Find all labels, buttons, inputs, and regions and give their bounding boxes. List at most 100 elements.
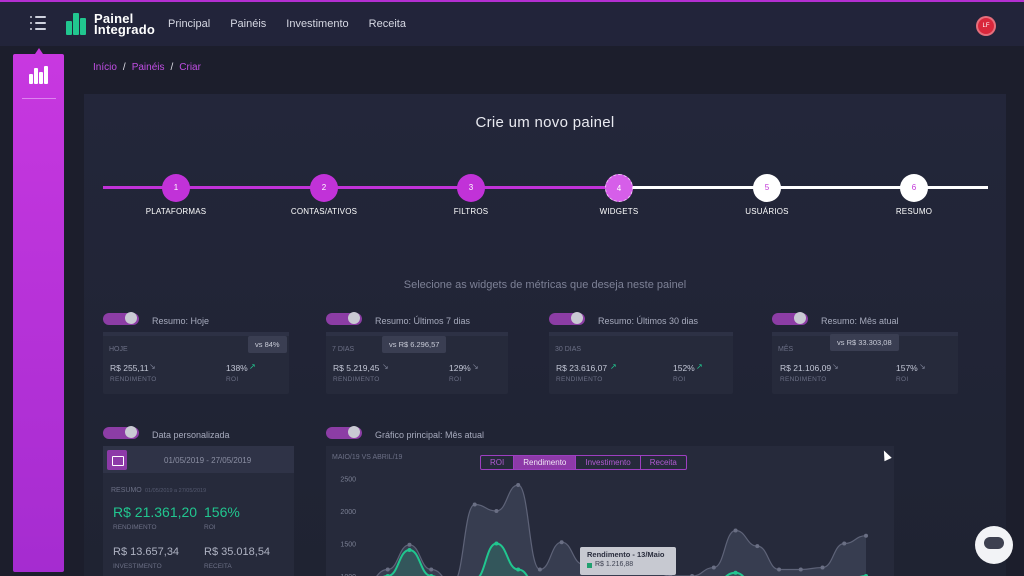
series-1-point[interactable]: [733, 570, 738, 575]
widget-30d-period: 30 DIAS: [555, 346, 582, 353]
widget-7d-title: Resumo: Últimos 7 dias: [375, 316, 471, 326]
widget-30d-rendimento: R$ 23.616,07: [556, 363, 608, 373]
series-0-point[interactable]: [516, 483, 521, 487]
widget-30d-toggle[interactable]: [549, 312, 585, 325]
series-1-point[interactable]: [516, 567, 521, 572]
step-3-label: FILTROS: [453, 207, 489, 216]
main-nav: Principal Painéis Investimento Receita: [168, 18, 426, 30]
series-0-point[interactable]: [864, 533, 868, 538]
calendar-icon[interactable]: [107, 450, 127, 470]
date-range-text[interactable]: 01/05/2019 - 27/05/2019: [164, 456, 251, 465]
custom-receita: R$ 35.018,54: [204, 546, 271, 558]
app-logo[interactable]: Painel Integrado: [66, 11, 155, 37]
step-1-label: PLATAFORMAS: [145, 207, 207, 216]
series-0-point[interactable]: [755, 544, 760, 549]
rendimento-caption: RENDIMENTO: [110, 376, 157, 383]
series-0-point[interactable]: [777, 567, 782, 572]
breadcrumb-inicio[interactable]: Início: [93, 62, 117, 73]
series-0-point[interactable]: [733, 528, 738, 533]
series-0-point[interactable]: [842, 541, 847, 546]
user-avatar[interactable]: LF: [976, 16, 996, 36]
widget-30d-roi: 152%: [673, 363, 695, 373]
series-0-point[interactable]: [711, 565, 716, 570]
chat-support-icon[interactable]: [975, 526, 1013, 564]
custom-investimento-caption: INVESTIMENTO: [113, 563, 162, 570]
step-4-circle[interactable]: 4: [605, 174, 633, 202]
custom-roi: 156%: [204, 504, 240, 520]
series-0-point[interactable]: [537, 567, 542, 572]
rendimento-caption: RENDIMENTO: [780, 376, 827, 383]
series-0-point[interactable]: [472, 502, 477, 507]
main-chart-toggle[interactable]: [326, 426, 362, 439]
series-1-point[interactable]: [494, 541, 499, 546]
trend-up-icon: ↗: [610, 362, 617, 371]
roi-caption: ROI: [226, 376, 239, 383]
step-5-label: USUÁRIOS: [745, 207, 789, 216]
widget-month-toggle[interactable]: [772, 312, 808, 325]
step-3-circle[interactable]: 3: [457, 174, 485, 202]
widget-today-rendimento: R$ 255,11: [110, 363, 149, 373]
widget-month-period: MÊS: [778, 346, 794, 353]
logo-bars-icon: [66, 13, 90, 35]
step-6-circle[interactable]: 6: [900, 174, 928, 202]
trend-down-icon: ↘: [832, 362, 839, 371]
sidebar-pointer: [35, 48, 43, 54]
trend-down-icon: ↘: [919, 362, 926, 371]
widget-30d-card[interactable]: 30 DIAS R$ 23.616,07 ↗ 152% ↗ RENDIMENTO…: [549, 332, 733, 394]
series-0-point[interactable]: [820, 565, 825, 570]
chart-tooltip-value: R$ 1.216,88: [595, 561, 634, 568]
nav-principal[interactable]: Principal: [168, 18, 210, 30]
series-0-point[interactable]: [429, 567, 434, 572]
series-0-point[interactable]: [798, 567, 803, 572]
trend-down-icon: ↘: [382, 362, 389, 371]
step-2-label: CONTAS/ATIVOS: [290, 207, 358, 216]
nav-receita[interactable]: Receita: [369, 18, 406, 30]
custom-investimento: R$ 13.657,34: [113, 546, 180, 558]
series-0-point[interactable]: [494, 509, 499, 513]
trend-down-icon: ↘: [149, 362, 156, 371]
nav-paineis[interactable]: Painéis: [230, 18, 266, 30]
step-1-circle[interactable]: 1: [162, 174, 190, 202]
widget-7d-tooltip: vs R$ 6.296,57: [382, 336, 447, 353]
create-panel-card: Crie um novo painel 1 PLATAFORMAS 2 CONT…: [84, 94, 1006, 576]
widget-30d-title: Resumo: Últimos 30 dias: [598, 316, 699, 326]
widget-7d-period: 7 DIAS: [332, 346, 355, 353]
custom-rendimento: R$ 21.361,20: [113, 504, 198, 520]
logo-text: Painel Integrado: [94, 11, 156, 37]
trend-up-icon: ↗: [249, 362, 256, 371]
y-tick-label: 1500: [340, 542, 356, 549]
top-navbar: Painel Integrado Principal Painéis Inves…: [0, 2, 1024, 46]
step-5-circle[interactable]: 5: [753, 174, 781, 202]
breadcrumb-criar[interactable]: Criar: [179, 62, 201, 73]
step-2-circle[interactable]: 2: [310, 174, 338, 202]
series-1-point[interactable]: [407, 548, 412, 552]
series-0-point[interactable]: [385, 567, 390, 572]
sidebar-dashboard-icon[interactable]: [29, 66, 49, 84]
series-0-point[interactable]: [559, 540, 564, 545]
breadcrumb-paineis[interactable]: Painéis: [132, 62, 165, 73]
stepper-progress-todo: [619, 186, 988, 189]
series-0-point[interactable]: [407, 542, 412, 547]
widget-today-period: HOJE: [109, 346, 128, 353]
custom-date-toggle[interactable]: [103, 426, 139, 439]
menu-toggle-icon[interactable]: [30, 16, 46, 30]
chart-tooltip-title: Rendimento - 13/Maio: [587, 550, 665, 559]
custom-rendimento-caption: RENDIMENTO: [113, 524, 157, 531]
widget-today-toggle[interactable]: [103, 312, 139, 325]
y-tick-label: 2500: [340, 477, 356, 484]
widget-month-card[interactable]: MÊS vs R$ 33.303,08 R$ 21.106,09 ↘ 157% …: [772, 332, 958, 394]
widget-7d-toggle[interactable]: [326, 312, 362, 325]
widget-month-rendimento: R$ 21.106,09: [780, 363, 832, 373]
widget-month-title: Resumo: Mês atual: [821, 316, 899, 326]
sidebar-divider: [22, 98, 56, 99]
chart-tooltip: Rendimento - 13/Maio R$ 1.216,88: [580, 547, 676, 575]
widget-today-card[interactable]: HOJE vs 84% R$ 255,11 ↘ 138% ↗ RENDIMENT…: [103, 332, 289, 394]
y-tick-label: 2000: [340, 509, 356, 516]
widget-today-title: Resumo: Hoje: [152, 316, 210, 326]
summary-label: RESUMO: [111, 487, 142, 494]
roi-caption: ROI: [896, 376, 909, 383]
nav-investimento[interactable]: Investimento: [286, 18, 348, 30]
widget-7d-card[interactable]: 7 DIAS vs R$ 6.296,57 R$ 5.219,45 ↘ 129%…: [326, 332, 508, 394]
roi-caption: ROI: [673, 376, 686, 383]
trend-up-icon: ↗: [696, 362, 703, 371]
